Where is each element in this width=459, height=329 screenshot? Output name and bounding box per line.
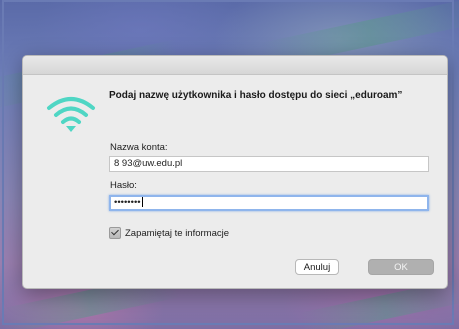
password-label: Hasło: xyxy=(110,180,137,191)
account-label: Nazwa konta: xyxy=(110,142,168,153)
desktop-background: Podaj nazwę użytkownika i hasło dostępu … xyxy=(0,0,459,329)
remember-label: Zapamiętaj te informacje xyxy=(125,227,230,239)
ok-button[interactable]: OK xyxy=(368,259,434,275)
password-value: •••••••• xyxy=(114,197,141,208)
account-field[interactable]: 8 93@uw.edu.pl xyxy=(109,156,429,172)
cancel-button[interactable]: Anuluj xyxy=(295,259,339,275)
text-caret xyxy=(141,197,143,208)
password-field[interactable]: •••••••• xyxy=(109,195,429,211)
dialog-heading: Podaj nazwę użytkownika i hasło dostępu … xyxy=(109,90,403,101)
network-login-dialog: Podaj nazwę użytkownika i hasło dostępu … xyxy=(22,55,448,289)
wifi-icon xyxy=(47,97,95,132)
remember-checkbox-row[interactable]: Zapamiętaj te informacje xyxy=(109,227,229,239)
account-value: 8 93@uw.edu.pl xyxy=(114,158,183,169)
checkmark-icon[interactable] xyxy=(109,227,121,239)
dialog-titlebar[interactable] xyxy=(23,56,447,75)
